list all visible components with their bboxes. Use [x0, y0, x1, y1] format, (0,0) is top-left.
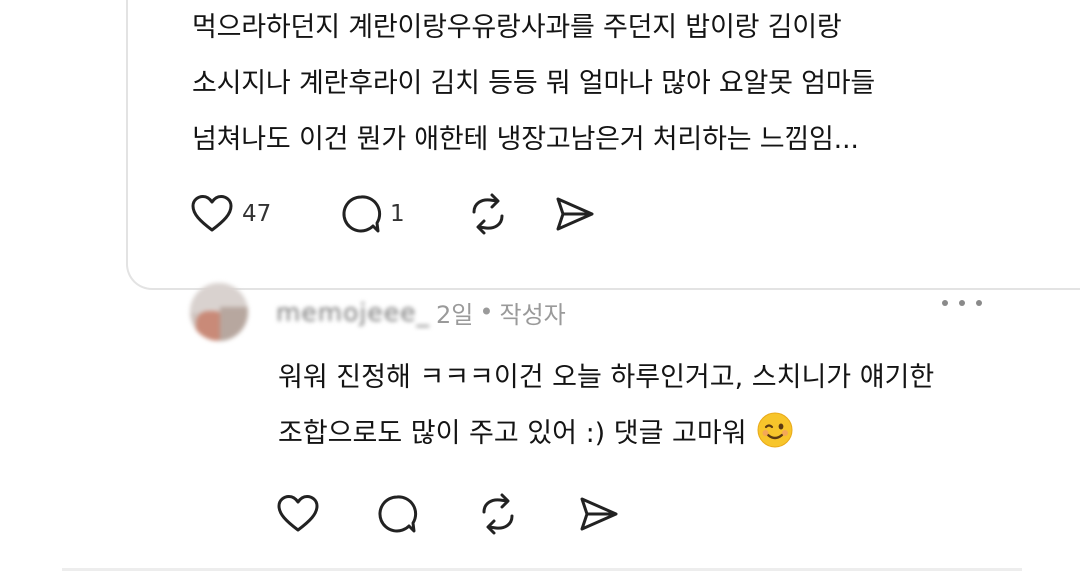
reply-text: 워워 진정해 ㅋㅋㅋ이건 오늘 하루인거고, 스치니가 얘기한 조합으로도 많이…	[278, 350, 1058, 462]
parent-post-line: 넘쳐나도 이건 뭔가 애한테 냉장고남은거 처리하는 느낌임...	[192, 124, 859, 155]
parent-post-text: 먹으라하던지 계란이랑우유랑사과를 주던지 밥이랑 김이랑 소시지나 계란후라이…	[192, 0, 1052, 168]
reply-line-with-emoji: 조합으로도 많이 주고 있어 :) 댓글 고마워	[278, 406, 1058, 462]
like-button[interactable]	[276, 494, 376, 534]
repost-icon	[476, 492, 520, 536]
thread-view: 먹으라하던지 계란이랑우유랑사과를 주던지 밥이랑 김이랑 소시지나 계란후라이…	[0, 0, 1080, 573]
comment-icon	[340, 193, 382, 235]
meta-separator: •	[479, 298, 494, 326]
like-count: 47	[242, 201, 272, 227]
winking-face-icon	[757, 412, 793, 448]
share-send-icon	[576, 494, 620, 534]
reply-line: 워워 진정해 ㅋㅋㅋ이건 오늘 하루인거고, 스치니가 얘기한	[278, 362, 935, 393]
like-button[interactable]: 47	[190, 194, 340, 234]
repost-icon	[466, 192, 510, 236]
repost-button[interactable]	[476, 492, 576, 536]
reply-line: 조합으로도 많이 주고 있어 :) 댓글 고마워	[278, 418, 747, 449]
repost-button[interactable]	[466, 192, 552, 236]
reply-button[interactable]: 1	[340, 193, 466, 235]
parent-post-actions: 47 1	[190, 192, 596, 236]
reply-username[interactable]: memojeee_	[276, 298, 430, 327]
more-dots-icon[interactable]	[942, 288, 982, 318]
reply-time: 2일	[435, 300, 474, 329]
author-badge: 작성자	[499, 300, 566, 329]
reply-button[interactable]	[376, 493, 476, 535]
share-button[interactable]	[576, 494, 676, 534]
divider	[62, 568, 1022, 571]
share-button[interactable]	[552, 194, 596, 234]
reply-header: memojeee_ 2일 • 작성자	[276, 292, 566, 332]
avatar[interactable]	[190, 283, 248, 341]
comment-icon	[376, 493, 418, 535]
share-send-icon	[552, 194, 596, 234]
reply-actions	[276, 492, 676, 536]
reply-count: 1	[390, 201, 405, 227]
parent-post-line: 소시지나 계란후라이 김치 등등 뭐 얼마나 많아 요알못 엄마들	[192, 68, 876, 99]
heart-icon	[190, 194, 234, 234]
parent-post-line: 먹으라하던지 계란이랑우유랑사과를 주던지 밥이랑 김이랑	[192, 12, 842, 43]
heart-icon	[276, 494, 320, 534]
